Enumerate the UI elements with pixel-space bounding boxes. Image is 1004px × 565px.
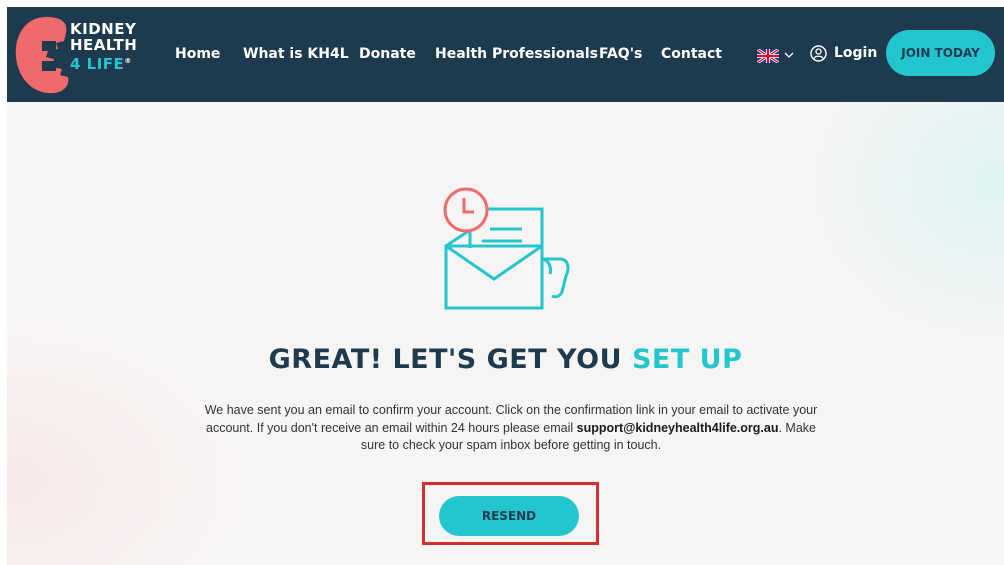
logo-word-life: LIFE xyxy=(86,55,125,73)
headline-main: GREAT! LET'S GET YOU xyxy=(268,344,623,375)
page-frame: KIDNEY HEALTH 4 LIFE® Home What is KH4L … xyxy=(7,7,1004,565)
login-label: Login xyxy=(834,45,878,61)
logo-line-health: HEALTH xyxy=(70,36,138,54)
top-navbar: KIDNEY HEALTH 4 LIFE® Home What is KH4L … xyxy=(7,7,1004,102)
chevron-down-icon xyxy=(784,52,794,58)
headline-accent: SET UP xyxy=(631,344,743,375)
language-selector[interactable] xyxy=(757,45,797,65)
email-confirmation-illustration-icon xyxy=(443,187,570,310)
logo-line-kidney: KIDNEY xyxy=(70,20,137,38)
nav-donate-link[interactable]: Donate xyxy=(359,46,416,62)
resend-button[interactable]: RESEND xyxy=(439,496,579,536)
nav-home-link[interactable]: Home xyxy=(175,46,220,62)
nav-health-professionals-link[interactable]: Health Professionals xyxy=(435,46,598,62)
nav-what-is-kh4l-link[interactable]: What is KH4L xyxy=(243,46,349,62)
uk-flag-icon xyxy=(757,49,779,63)
nav-contact-link[interactable]: Contact xyxy=(661,46,722,62)
logo-line-4life: 4 LIFE® xyxy=(70,53,137,72)
support-email[interactable]: support@kidneyhealth4life.org.au xyxy=(577,421,779,435)
confirmation-message: We have sent you an email to confirm you… xyxy=(202,402,820,455)
main-content: GREAT! LET'S GET YOU SET UP We have sent… xyxy=(7,102,1004,565)
nav-faqs-link[interactable]: FAQ's xyxy=(599,46,642,62)
kidney-logo-icon xyxy=(15,16,69,94)
page-headline: GREAT! LET'S GET YOU SET UP xyxy=(7,344,1004,375)
logo-number-4: 4 xyxy=(70,55,81,73)
logo-wordmark: KIDNEY HEALTH 4 LIFE® xyxy=(70,21,137,72)
join-today-button[interactable]: JOIN TODAY xyxy=(886,30,995,76)
user-circle-icon xyxy=(810,45,827,62)
logo-registered-mark: ® xyxy=(124,57,132,65)
site-logo[interactable]: KIDNEY HEALTH 4 LIFE® xyxy=(12,13,152,97)
